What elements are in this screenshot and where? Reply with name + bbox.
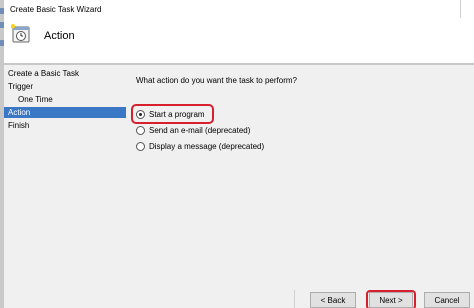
wizard-steps-nav: Create a Basic Task Trigger One Time Act… <box>4 65 126 308</box>
option-start-program[interactable]: Start a program <box>136 108 205 120</box>
nav-step-trigger[interactable]: Trigger <box>4 81 126 92</box>
radio-send-email[interactable] <box>136 125 145 135</box>
option-label: Send an e-mail (deprecated) <box>149 125 251 135</box>
option-display-message[interactable]: Display a message (deprecated) <box>136 140 264 152</box>
page-title: Action <box>44 30 75 42</box>
option-send-email[interactable]: Send an e-mail (deprecated) <box>136 124 250 136</box>
wizard-body: Create a Basic Task Trigger One Time Act… <box>4 65 474 308</box>
cancel-button[interactable]: Cancel <box>424 292 470 308</box>
wizard-window: Create Basic Task Wizard Action Create a… <box>4 0 474 308</box>
nav-step-action[interactable]: Action <box>4 107 126 118</box>
back-button[interactable]: < Back <box>310 292 356 308</box>
next-button[interactable]: Next > <box>369 292 413 308</box>
action-question: What action do you want the task to perf… <box>136 76 297 85</box>
wizard-button-bar: < Back Next > Cancel <box>4 290 474 308</box>
radio-display-message[interactable] <box>136 141 145 151</box>
wizard-header: Action <box>4 18 474 63</box>
close-button[interactable] <box>460 0 472 18</box>
task-clock-icon <box>11 24 30 43</box>
nav-step-create-basic-task[interactable]: Create a Basic Task <box>4 68 126 79</box>
action-panel: What action do you want the task to perf… <box>126 65 474 308</box>
option-label: Display a message (deprecated) <box>149 141 265 151</box>
title-bar: Create Basic Task Wizard <box>4 0 474 18</box>
nav-step-one-time[interactable]: One Time <box>4 94 126 105</box>
option-label: Start a program <box>149 109 205 119</box>
radio-start-program[interactable] <box>136 109 145 119</box>
nav-step-finish[interactable]: Finish <box>4 120 126 131</box>
window-title: Create Basic Task Wizard <box>10 5 102 14</box>
